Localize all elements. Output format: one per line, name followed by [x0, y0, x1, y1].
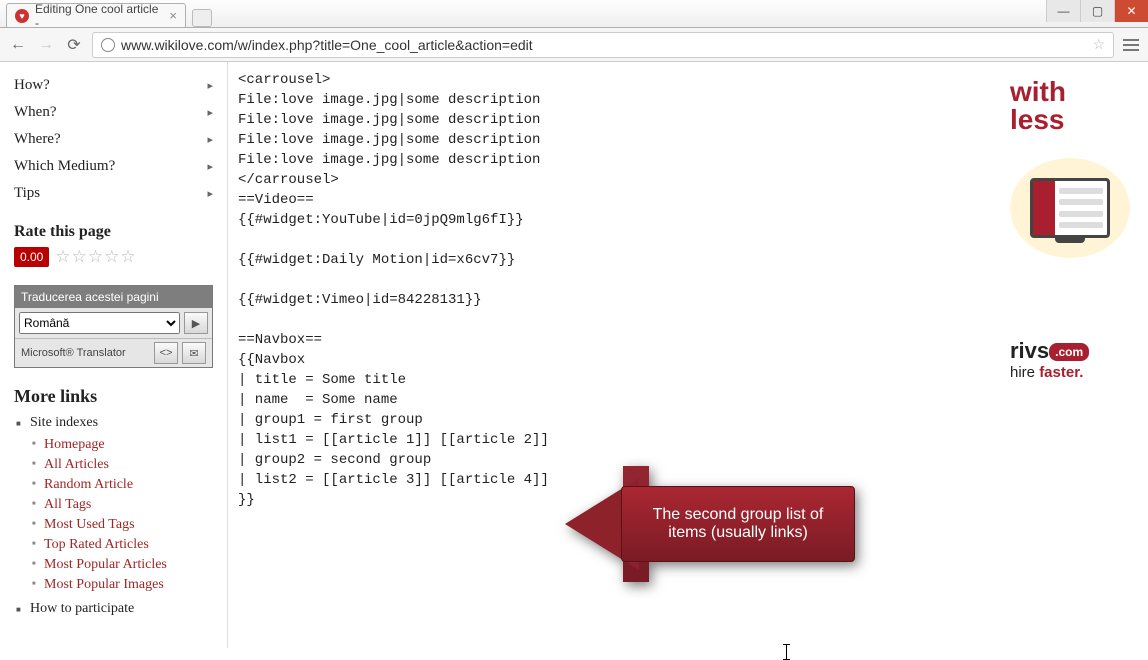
star-icon[interactable]: ☆ [104, 247, 119, 267]
nav-when[interactable]: When?▸ [14, 99, 213, 126]
chevron-right-icon: ▸ [207, 79, 213, 92]
ad-tagline-2: less [1010, 106, 1138, 134]
forward-button[interactable]: → [36, 35, 56, 55]
minimize-button[interactable]: — [1046, 0, 1080, 22]
chevron-right-icon: ▸ [207, 187, 213, 200]
rating-widget: 0.00 ☆☆☆☆☆ [14, 247, 213, 267]
url-text: www.wikilove.com/w/index.php?title=One_c… [121, 37, 533, 53]
more-links-list: Site indexes Homepage All Articles Rando… [14, 415, 213, 617]
back-button[interactable]: ← [8, 35, 28, 55]
ad-brand[interactable]: rivs.com [1010, 338, 1138, 364]
reload-button[interactable]: ⟳ [64, 35, 84, 55]
link-most-popular-articles[interactable]: Most Popular Articles [34, 555, 213, 575]
site-icon [101, 38, 115, 52]
browser-tab[interactable]: ♥ Editing One cool article - × [6, 3, 186, 27]
star-icon[interactable]: ☆ [120, 247, 135, 267]
favicon-icon: ♥ [15, 9, 29, 23]
link-all-articles[interactable]: All Articles [34, 455, 213, 475]
chrome-menu-button[interactable] [1122, 39, 1140, 51]
embed-code-button[interactable]: <> [154, 342, 178, 364]
more-links-heading: More links [14, 386, 213, 407]
email-button[interactable]: ✉ [182, 342, 206, 364]
rate-heading: Rate this page [14, 223, 213, 241]
bookmark-star-icon[interactable]: ☆ [1092, 36, 1105, 53]
chevron-right-icon: ▸ [207, 160, 213, 173]
star-icon[interactable]: ☆ [88, 247, 103, 267]
tab-strip: ♥ Editing One cool article - × [0, 0, 1148, 28]
ad-monitor-label: rivs [1035, 179, 1049, 188]
site-indexes-category: Site indexes [20, 415, 213, 431]
text-cursor-icon [786, 644, 787, 660]
translator-heading: Traducerea acestei pagini [15, 286, 212, 308]
annotation-text: The second group list of items (usually … [621, 486, 855, 562]
link-all-tags[interactable]: All Tags [34, 495, 213, 515]
close-window-button[interactable]: ✕ [1114, 0, 1148, 22]
link-most-used-tags[interactable]: Most Used Tags [34, 515, 213, 535]
translate-go-button[interactable]: ▶ [184, 312, 208, 334]
ad-sidebar: with less rivs rivs.com hire faster. [1000, 62, 1148, 648]
maximize-button[interactable]: ▢ [1080, 0, 1114, 22]
nav-which-medium[interactable]: Which Medium?▸ [14, 153, 213, 180]
ad-tagline-1: with [1010, 78, 1138, 106]
tab-title: Editing One cool article - [35, 2, 163, 30]
ad-illustration: rivs [1010, 158, 1130, 258]
nav-how[interactable]: How?▸ [14, 72, 213, 99]
star-icon[interactable]: ☆ [55, 247, 70, 267]
rating-value: 0.00 [14, 247, 49, 267]
new-tab-button[interactable] [192, 9, 212, 27]
rating-stars[interactable]: ☆☆☆☆☆ [55, 247, 135, 267]
left-sidebar: How?▸ When?▸ Where?▸ Which Medium?▸ Tips… [0, 62, 228, 648]
translator-widget: Traducerea acestei pagini Română ▶ Micro… [14, 285, 213, 368]
tab-close-icon[interactable]: × [169, 8, 177, 23]
window-controls: — ▢ ✕ [1046, 0, 1148, 24]
browser-toolbar: ← → ⟳ www.wikilove.com/w/index.php?title… [0, 28, 1148, 62]
translator-brand: Microsoft® Translator [21, 347, 150, 359]
nav-tips[interactable]: Tips▸ [14, 180, 213, 207]
nav-where[interactable]: Where?▸ [14, 126, 213, 153]
link-top-rated-articles[interactable]: Top Rated Articles [34, 535, 213, 555]
chevron-right-icon: ▸ [207, 106, 213, 119]
link-most-popular-images[interactable]: Most Popular Images [34, 575, 213, 595]
address-bar[interactable]: www.wikilove.com/w/index.php?title=One_c… [92, 32, 1114, 58]
ad-slogan: hire faster. [1010, 364, 1138, 381]
chevron-right-icon: ▸ [207, 133, 213, 146]
link-homepage[interactable]: Homepage [34, 435, 213, 455]
annotation-callout: The second group list of items (usually … [565, 456, 855, 586]
how-to-participate-category: How to participate [20, 601, 213, 617]
star-icon[interactable]: ☆ [72, 247, 87, 267]
link-random-article[interactable]: Random Article [34, 475, 213, 495]
language-select[interactable]: Română [19, 312, 180, 334]
